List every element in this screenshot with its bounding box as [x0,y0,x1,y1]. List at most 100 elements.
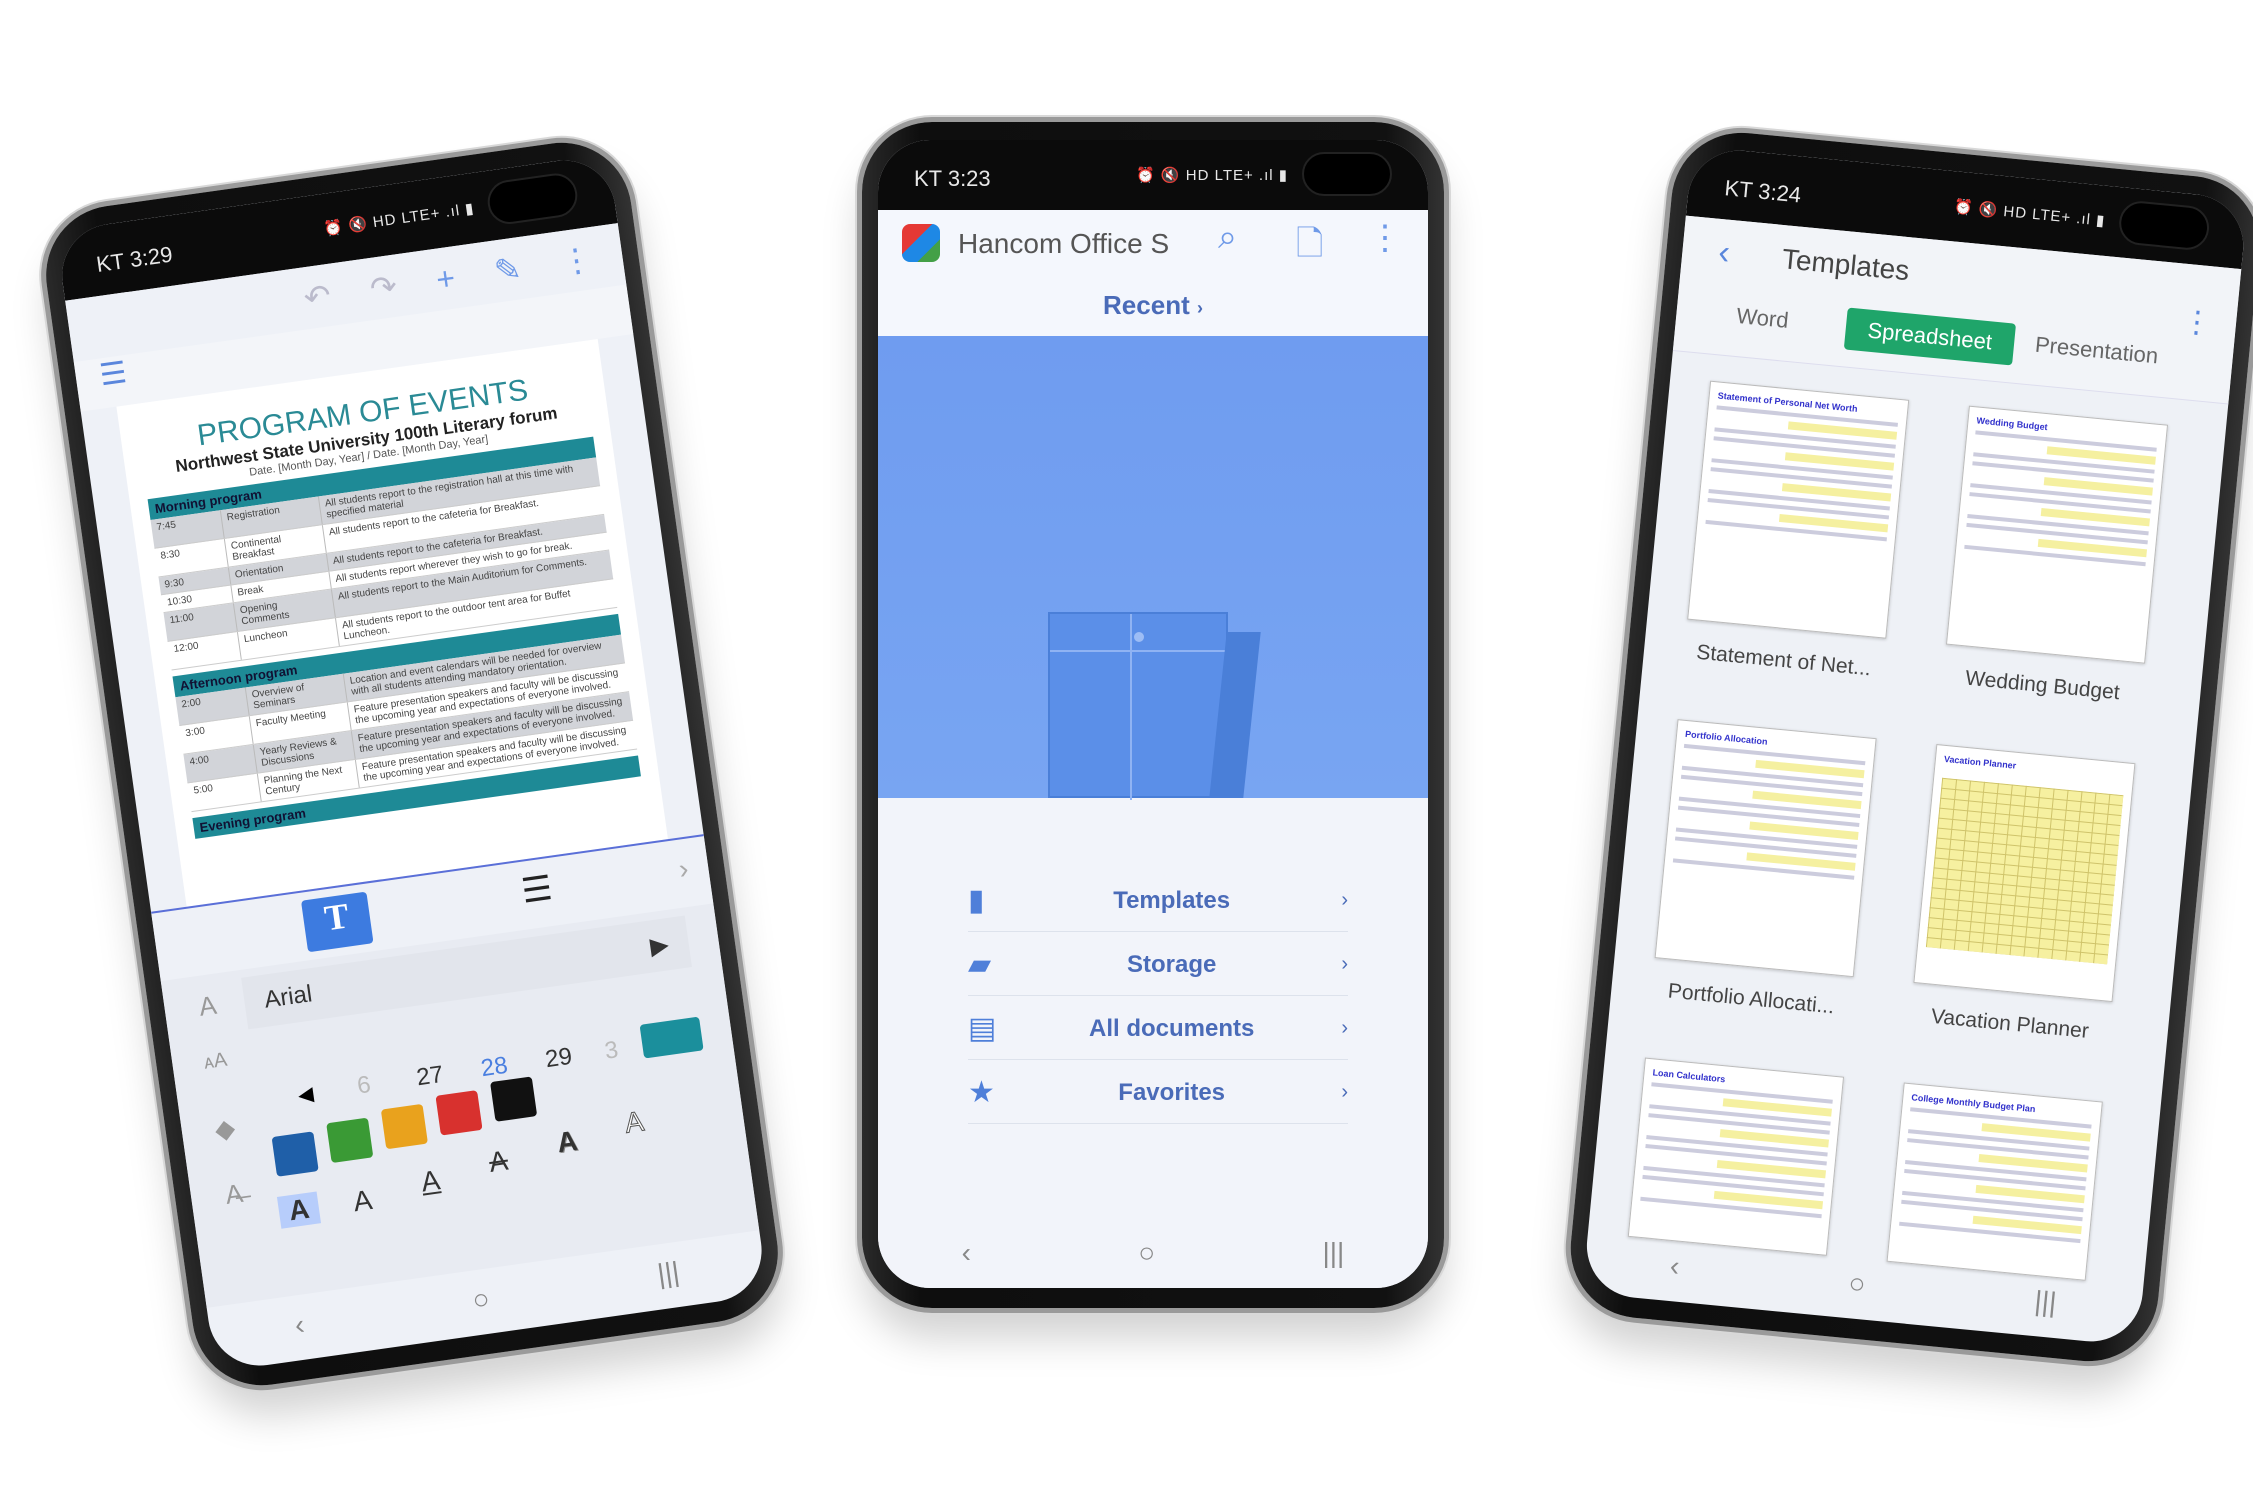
chevron-right-icon: › [1341,889,1348,911]
undo-icon[interactable]: ↶ [301,276,334,317]
font-size-option[interactable]: 6 [355,1071,372,1101]
edit-icon[interactable]: ✎ [492,249,524,290]
bold-style-button[interactable]: A [276,1191,322,1229]
redo-icon[interactable]: ↷ [368,267,400,308]
menu-item-label: Templates [1113,886,1231,914]
menu-item-favorites[interactable]: ★ Favorites › [968,1062,1348,1124]
documents-icon: ▤ [968,1012,997,1045]
back-icon[interactable]: ‹ [293,1309,307,1342]
underline-style-button[interactable]: A [419,1164,442,1198]
status-icons: ⏰ 🔇 HD LTE+ .ıl ▮ [322,200,476,238]
status-time: KT 3:29 [94,241,175,277]
chevron-right-icon: › [1196,298,1203,318]
template-label: Portfolio Allocati... [1666,979,1836,1019]
recents-icon[interactable]: ||| [655,1256,681,1291]
font-size-option[interactable]: 27 [415,1061,445,1092]
shadow-style-button[interactable]: A [555,1125,579,1160]
back-icon[interactable]: ‹ [962,1237,971,1269]
empty-recent-area [878,336,1428,800]
chevron-right-icon: › [1341,1017,1348,1039]
normal-style-button[interactable]: A [351,1184,374,1218]
recents-icon[interactable]: ||| [2033,1285,2058,1319]
hancom-logo [902,224,940,262]
fill-color-icon: ◆ [212,1112,237,1145]
color-swatch[interactable] [435,1090,483,1136]
font-icon: A [196,989,219,1022]
menu-item-all-documents[interactable]: ▤ All documents › [968,998,1348,1060]
app-title: Hancom Office S [958,228,1170,259]
text-effect-icon: A̶ [223,1177,245,1211]
template-thumbnail[interactable]: Portfolio Allocation [1654,719,1877,978]
template-thumbnail[interactable]: Vacation Planner [1913,744,2136,1003]
camera-cutout [1302,152,1392,196]
camera-cutout [2117,199,2212,252]
folder-icon: ▰ [968,948,992,981]
add-icon[interactable]: + [434,259,458,298]
back-arrow-icon[interactable]: ‹ [1717,233,1732,273]
tab-spreadsheet[interactable]: Spreadsheet [1843,307,2016,366]
font-size-selected[interactable]: 28 [479,1052,509,1083]
recents-icon[interactable]: ||| [1322,1237,1344,1269]
template-label: Wedding Budget [1964,666,2121,705]
text-format-tab[interactable]: T [300,891,374,953]
current-color-swatch[interactable] [639,1016,704,1059]
search-icon[interactable]: ⌕ [1218,218,1237,257]
tab-presentation[interactable]: Presentation [2034,332,2159,370]
color-swatch[interactable] [326,1117,374,1164]
templates-screen: KT 3:24 ⏰ 🔇 HD LTE+ .ıl ▮ ‹ Templates ⋮ W… [1582,145,2249,1347]
menu-item-storage[interactable]: ▰ Storage › [968,934,1348,996]
status-icons: ⏰ 🔇 HD LTE+ .ıl ▮ [1953,198,2107,230]
paragraph-format-tab[interactable]: ☰ [519,868,555,912]
color-swatch[interactable] [380,1103,428,1150]
right-phone: KT 3:24 ⏰ 🔇 HD LTE+ .ıl ▮ ‹ Templates ⋮ W… [1564,126,2253,1368]
center-phone: KT 3:23 ⏰ 🔇 HD LTE+ .ıl ▮ Hancom Office S… [862,122,1444,1308]
word-editor-screen: KT 3:29 ⏰ 🔇 HD LTE+ .ıl ▮ ↶ ↷ + ✎ ⋮ ☰ PRO… [55,153,769,1373]
template-doc-title: Vacation Planner [1943,753,2017,771]
more-icon[interactable]: ⋮ [558,239,595,281]
template-thumbnail[interactable]: College Monthly Budget Plan [1886,1082,2103,1281]
new-document-icon[interactable]: 🗋 [1296,220,1323,277]
status-time: KT 3:24 [1723,175,1803,208]
menu-item-label: All documents [1088,1014,1255,1042]
empty-folder-illustration [1048,612,1228,800]
next-font-icon[interactable]: ▶ [648,930,670,961]
left-phone: KT 3:29 ⏰ 🔇 HD LTE+ .ıl ▮ ↶ ↷ + ✎ ⋮ ☰ PRO… [37,133,787,1395]
document-page[interactable]: PROGRAM OF EVENTS Northwest State Univer… [116,339,668,907]
font-name: Arial [262,980,314,1014]
menu-item-label: Storage [1126,950,1217,978]
recent-link[interactable]: Recent › [878,276,1428,336]
status-bar: KT 3:23 ⏰ 🔇 HD LTE+ .ıl ▮ [878,140,1428,210]
color-swatch[interactable] [490,1076,538,1122]
android-nav-bar: ‹ ○ ||| [878,1218,1428,1288]
font-size-icon: ᴀA [202,1048,229,1074]
prev-size-icon[interactable]: ◀ [296,1081,315,1108]
font-size-option[interactable]: 3 [603,1036,620,1066]
templates-title: Templates [1780,243,1911,287]
outline-style-button[interactable]: A [622,1105,646,1139]
color-swatch[interactable] [271,1131,319,1177]
template-thumbnail[interactable]: Statement of Personal Net Worth [1687,380,1910,639]
more-icon[interactable]: ⋮ [1368,218,1402,258]
app-bar: Hancom Office S ⌕ 🗋 ⋮ [878,210,1428,276]
template-thumbnail[interactable]: Wedding Budget [1945,405,2169,664]
home-icon[interactable]: ○ [1138,1237,1155,1269]
home-icon[interactable]: ○ [470,1283,491,1317]
recent-label: Recent [1103,290,1190,320]
home-icon[interactable]: ○ [1847,1267,1867,1300]
chevron-right-icon: › [1341,1081,1348,1103]
chevron-right-icon: › [1341,953,1348,975]
menu-item-templates[interactable]: ▮ Templates › [968,870,1348,932]
tab-word[interactable]: Word [1735,303,1789,334]
home-screen: KT 3:23 ⏰ 🔇 HD LTE+ .ıl ▮ Hancom Office S… [878,140,1428,1288]
chevron-right-icon[interactable]: › [677,853,691,886]
strikethrough-style-button[interactable]: A [487,1145,510,1179]
menu-item-label: Favorites [1118,1078,1226,1106]
status-time: KT 3:23 [914,166,991,191]
camera-cutout [484,170,581,227]
status-icons: ⏰ 🔇 HD LTE+ .ıl ▮ [1136,167,1288,184]
font-size-option[interactable]: 29 [544,1043,574,1074]
back-icon[interactable]: ‹ [1669,1250,1681,1283]
template-label: Vacation Planner [1929,1004,2090,1043]
template-thumbnail[interactable]: Loan Calculators [1627,1057,1845,1256]
template-label: Statement of Net... [1695,640,1872,681]
